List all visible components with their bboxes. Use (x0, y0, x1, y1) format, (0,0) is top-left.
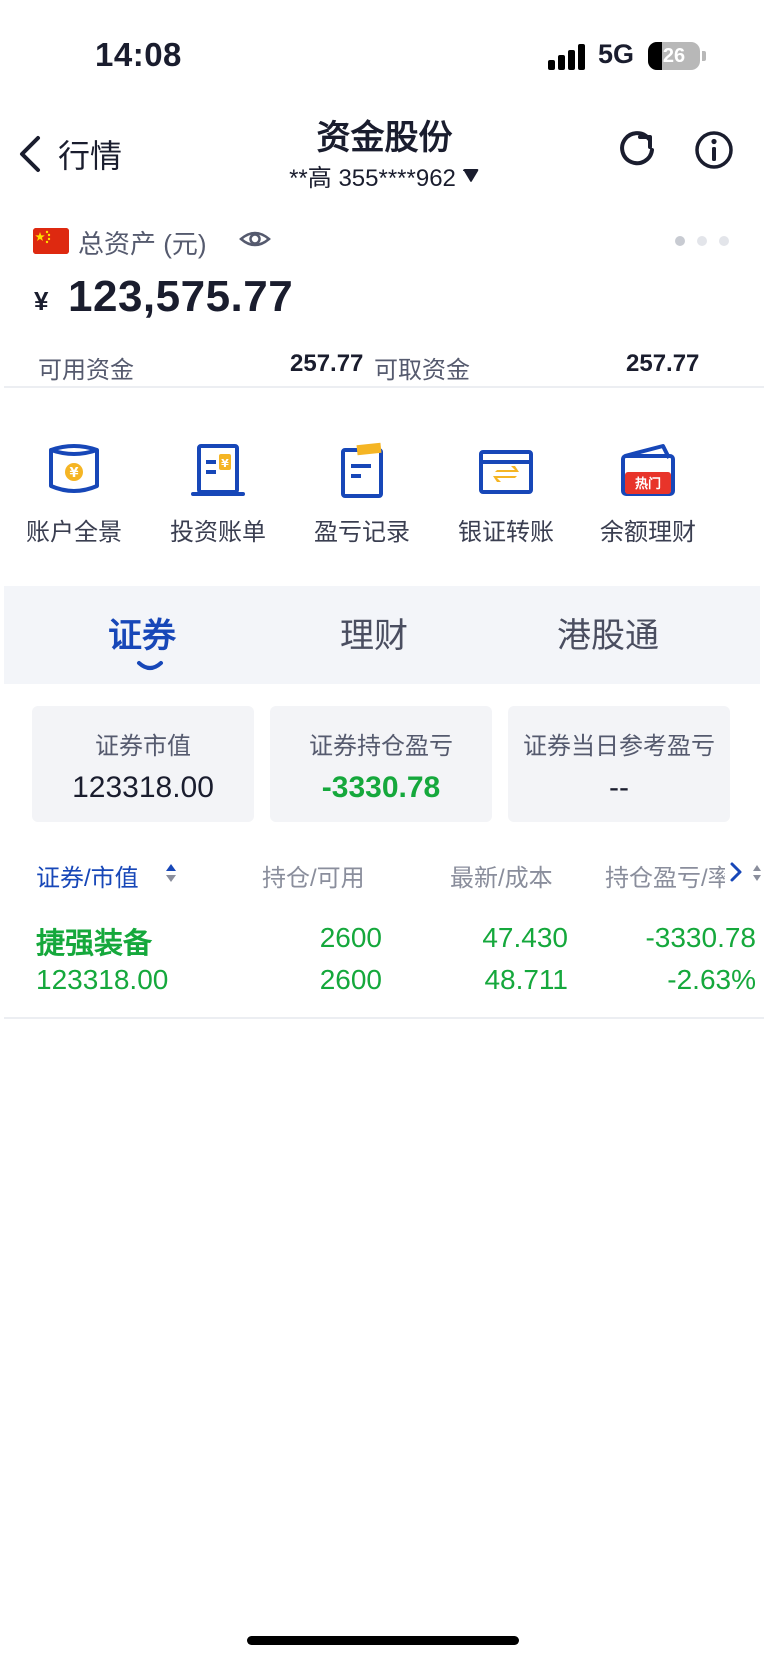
shortcut-pnl-record[interactable]: 盈亏记录 (286, 412, 438, 562)
column-header-security[interactable]: 证券/市值 (36, 858, 139, 893)
china-flag-icon (33, 228, 69, 254)
table-row[interactable]: 捷强装备 123318.00 2600 2600 47.430 48.711 -… (0, 910, 769, 1010)
card-position-pnl: 证券持仓盈亏 -3330.78 (270, 706, 492, 822)
bank-transfer-icon (479, 450, 533, 494)
battery-cap (702, 51, 706, 61)
asset-summary: 总资产 (元) ¥ 123,575.77 可用资金 257.77 可取资金 25… (0, 210, 769, 410)
security-market-value: 123318.00 (36, 964, 169, 995)
balance-finance-icon: 热门 (621, 444, 675, 496)
hot-badge: 热门 (635, 476, 661, 492)
pnl-record-icon (341, 442, 383, 498)
shortcut-bank-transfer[interactable]: 银证转账 (430, 412, 582, 562)
column-header-pnl[interactable]: 持仓盈亏/率 (605, 858, 725, 893)
shortcut-label: 银证转账 (458, 519, 554, 546)
card-label: 证券市值 (95, 733, 191, 760)
summary-cards: 证券市值 123318.00 证券持仓盈亏 -3330.78 证券当日参考盈亏 … (32, 706, 736, 824)
nav-bar: 行情 资金股份 **高 355****962 (0, 110, 769, 200)
card-value: -3330.78 (321, 771, 441, 804)
active-tab-indicator (137, 661, 163, 670)
column-header-price[interactable]: 最新/成本 (450, 858, 553, 893)
page-indicator (675, 236, 729, 246)
withdrawable-funds-value: 257.77 (626, 350, 700, 377)
card-label: 证券持仓盈亏 (309, 733, 453, 760)
divider (4, 386, 764, 388)
home-indicator[interactable] (247, 1636, 519, 1645)
info-icon[interactable] (692, 128, 736, 172)
caret-down-icon (462, 168, 479, 182)
card-label: 证券当日参考盈亏 (523, 733, 715, 760)
category-tabs: 证券 理财 港股通 (4, 586, 760, 684)
tab-wealth[interactable]: 理财 (340, 608, 408, 657)
shortcut-label: 盈亏记录 (314, 519, 410, 546)
holdings-table-header: 证券/市值 持仓/可用 最新/成本 持仓盈亏/率 (0, 850, 769, 894)
tab-securities[interactable]: 证券 (108, 608, 176, 657)
available-funds-label: 可用资金 (38, 357, 134, 384)
cost-price: 48.711 (484, 964, 568, 995)
currency-symbol: ¥ (34, 286, 49, 316)
shortcut-label: 投资账单 (170, 519, 266, 546)
shortcut-label: 账户全景 (26, 519, 122, 546)
status-bar: 14:08 5G 26 (0, 0, 769, 110)
sort-arrows-icon (753, 865, 761, 881)
latest-price: 47.430 (482, 922, 568, 953)
total-asset-value: 123,575.77 (68, 272, 294, 321)
page-dot (675, 236, 685, 246)
account-number: **高 355****962 (289, 165, 456, 192)
shortcut-grid: ¥ 账户全景 ¥ 投资账单 盈亏记录 银证转账 热门 余额理财 (0, 412, 769, 562)
sort-icon[interactable] (165, 862, 177, 884)
card-daily-pnl: 证券当日参考盈亏 -- (508, 706, 730, 822)
card-value: 123318.00 (72, 771, 214, 804)
security-name: 捷强装备 (36, 928, 153, 960)
card-market-value: 证券市值 123318.00 (32, 706, 254, 822)
shortcut-balance-finance[interactable]: 热门 余额理财 (572, 412, 724, 562)
status-time: 14:08 (95, 36, 182, 73)
network-label: 5G (598, 39, 635, 69)
withdrawable-funds-label: 可取资金 (374, 357, 470, 384)
account-overview-icon: ¥ (49, 444, 99, 493)
svg-text:¥: ¥ (221, 457, 229, 470)
shortcut-investment-bill[interactable]: ¥ 投资账单 (142, 412, 294, 562)
page-dot (697, 236, 707, 246)
divider (4, 1017, 764, 1019)
position-qty: 2600 (319, 922, 382, 953)
eye-icon[interactable] (238, 224, 272, 254)
position-pnl-rate: -2.63% (667, 964, 756, 995)
available-qty: 2600 (319, 964, 382, 995)
shortcut-account-overview[interactable]: ¥ 账户全景 (0, 412, 150, 562)
available-funds-value: 257.77 (290, 350, 364, 377)
refresh-icon[interactable] (615, 128, 659, 172)
page-dot (719, 236, 729, 246)
shortcut-label: 余额理财 (600, 519, 696, 546)
position-pnl: -3330.78 (645, 922, 756, 953)
signal-icon (548, 44, 588, 70)
total-asset-label: 总资产 (元) (78, 229, 207, 259)
tab-hk-connect[interactable]: 港股通 (557, 608, 659, 657)
battery-level: 26 (662, 45, 686, 67)
svg-text:¥: ¥ (69, 466, 78, 481)
investment-bill-icon: ¥ (191, 444, 245, 496)
battery-icon: 26 (648, 42, 700, 70)
card-value: -- (609, 771, 629, 804)
column-header-position[interactable]: 持仓/可用 (262, 858, 365, 893)
chevron-right-icon[interactable] (728, 860, 744, 884)
